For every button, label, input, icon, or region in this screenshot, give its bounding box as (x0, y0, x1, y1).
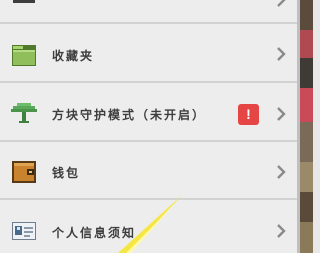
tree-icon (11, 103, 37, 123)
chevron-right-icon (277, 0, 286, 7)
chevron-right-icon (277, 107, 286, 121)
background-scene (297, 0, 313, 253)
menu-item-guard-mode[interactable]: 方块守护模式（未开启） ! (0, 85, 297, 142)
chevron-right-icon (277, 165, 286, 179)
menu-item-top-partial[interactable] (0, 0, 297, 24)
menu-item-label: 钱包 (52, 166, 81, 180)
row-separator (0, 22, 297, 24)
settings-menu: 收藏夹 方块守护模式（未开启） ! 钱包 个人信息须知 (0, 0, 297, 253)
folder-icon (12, 45, 36, 66)
chevron-right-icon (277, 224, 286, 238)
menu-item-privacy[interactable]: 个人信息须知 (0, 202, 297, 253)
id-card-icon (12, 222, 36, 240)
menu-item-label: 方块守护模式（未开启） (52, 108, 207, 122)
wallet-icon (12, 161, 36, 183)
row-separator (0, 81, 297, 83)
screen: 收藏夹 方块守护模式（未开启） ! 钱包 个人信息须知 (0, 0, 313, 253)
row-separator (0, 140, 297, 142)
row-separator (0, 198, 297, 200)
menu-item-label: 收藏夹 (52, 49, 95, 63)
menu-item-label: 个人信息须知 (52, 226, 137, 240)
partial-top-icon (13, 0, 35, 3)
menu-item-wallet[interactable]: 钱包 (0, 143, 297, 200)
chevron-right-icon (277, 47, 286, 61)
warning-badge: ! (238, 104, 259, 125)
panel-edge (297, 0, 300, 253)
menu-item-favorites[interactable]: 收藏夹 (0, 26, 297, 83)
